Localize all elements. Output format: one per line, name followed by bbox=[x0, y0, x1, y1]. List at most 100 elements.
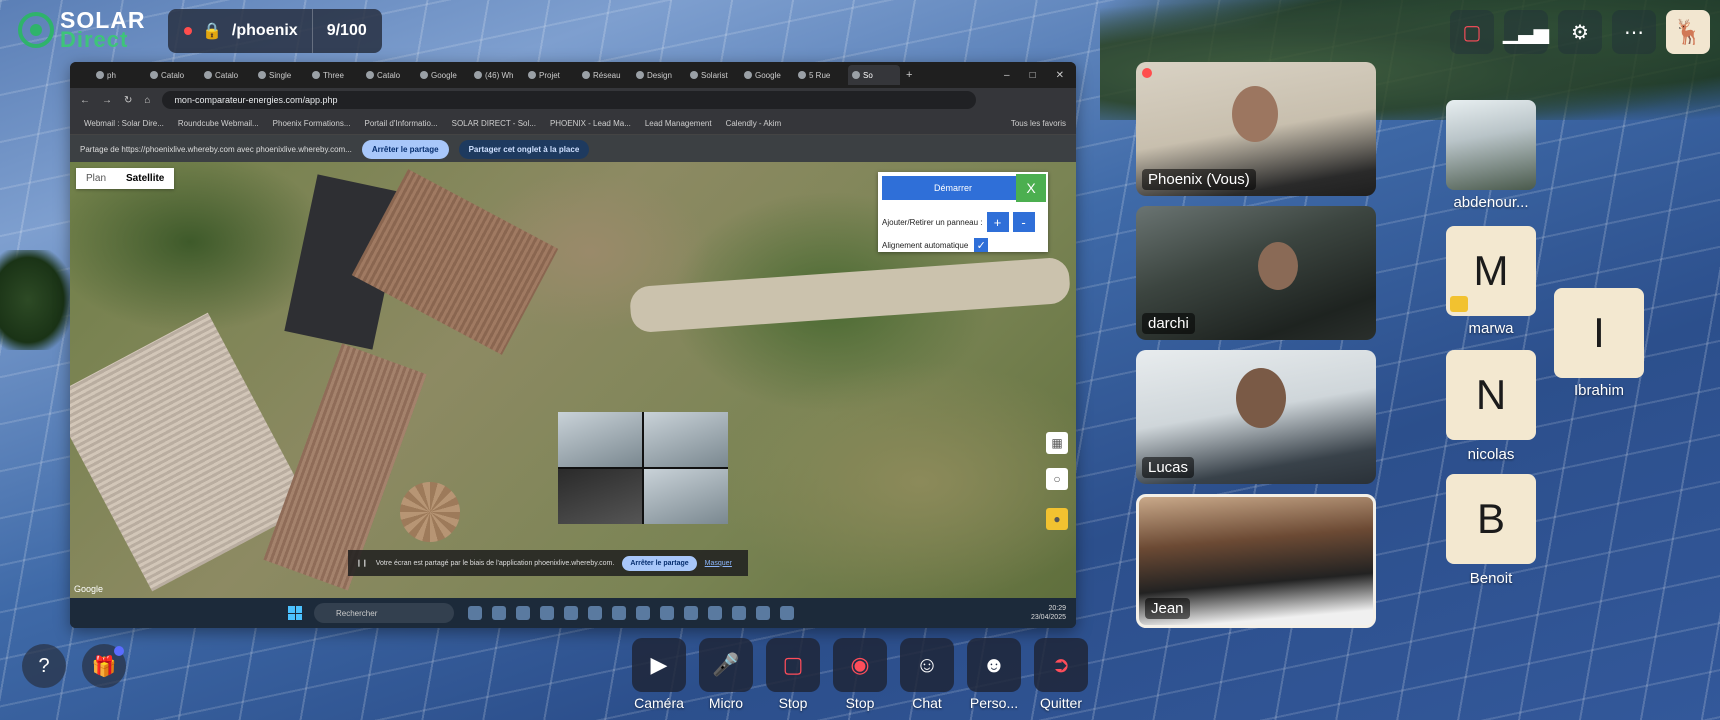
bookmark-item[interactable]: Phoenix Formations... bbox=[273, 119, 351, 128]
taskbar-app-icon[interactable] bbox=[540, 606, 554, 620]
forward-icon[interactable]: → bbox=[102, 95, 112, 106]
taskbar-app-icon[interactable] bbox=[684, 606, 698, 620]
browser-tab[interactable]: Catalo bbox=[146, 65, 198, 85]
taskbar-app-icon[interactable] bbox=[732, 606, 746, 620]
participant-avatar[interactable]: I bbox=[1554, 288, 1644, 378]
bookmark-item[interactable]: SOLAR DIRECT - Sol... bbox=[452, 119, 536, 128]
taskbar-app-icon[interactable] bbox=[468, 606, 482, 620]
taskbar-app-icon[interactable] bbox=[588, 606, 602, 620]
reload-icon[interactable]: ↻ bbox=[124, 95, 132, 106]
browser-tab[interactable]: Catalo bbox=[362, 65, 414, 85]
taskbar-app-icon[interactable] bbox=[564, 606, 578, 620]
browser-tab[interactable]: Single bbox=[254, 65, 306, 85]
auto-align-checkbox[interactable]: ✓ bbox=[974, 238, 989, 252]
map-layers-icon[interactable]: ▦ bbox=[1046, 432, 1068, 454]
chat-button[interactable]: ☺ Chat bbox=[900, 638, 954, 711]
participant-thumb[interactable] bbox=[1446, 100, 1536, 190]
camera-icon[interactable]: ▶ bbox=[632, 638, 686, 692]
people-icon[interactable]: ☻ bbox=[967, 638, 1021, 692]
share-this-tab-button[interactable]: Partager cet onglet à la place bbox=[458, 139, 590, 159]
map-satellite-button[interactable]: Satellite bbox=[116, 168, 174, 189]
banner-stop-button[interactable]: Arrêter le partage bbox=[622, 555, 697, 571]
banner-hide-link[interactable]: Masquer bbox=[705, 560, 732, 567]
browser-tab[interactable]: Google bbox=[740, 65, 792, 85]
map-plan-button[interactable]: Plan bbox=[76, 168, 116, 189]
browser-tab[interactable]: Google bbox=[416, 65, 468, 85]
minimize-icon[interactable]: – bbox=[1004, 70, 1010, 81]
video-tile[interactable]: Phoenix (Vous) bbox=[1136, 62, 1376, 196]
maximize-icon[interactable]: □ bbox=[1030, 70, 1036, 81]
more-dots-icon[interactable]: ⋯ bbox=[1612, 10, 1656, 54]
browser-tab[interactable]: (46) Wh bbox=[470, 65, 522, 85]
screen-share-off-icon[interactable]: ▢ bbox=[1450, 10, 1494, 54]
taskbar-app-icon[interactable] bbox=[756, 606, 770, 620]
browser-tab[interactable]: Three bbox=[308, 65, 360, 85]
bookmark-item[interactable]: PHOENIX - Lead Ma... bbox=[550, 119, 631, 128]
participant-avatar[interactable]: B bbox=[1446, 474, 1536, 564]
banner-text: Votre écran est partagé par le biais de … bbox=[375, 559, 615, 567]
bookmark-item[interactable]: Calendly - Akim bbox=[726, 119, 782, 128]
screen-share-icon[interactable]: ▢ bbox=[766, 638, 820, 692]
signal-bars-icon[interactable]: ▁▃▅ bbox=[1503, 10, 1549, 54]
taskbar-app-icon[interactable] bbox=[516, 606, 530, 620]
bookmark-item[interactable]: Lead Management bbox=[645, 119, 712, 128]
close-icon[interactable]: ✕ bbox=[1056, 70, 1064, 81]
video-tile-active-speaker[interactable]: Jean bbox=[1136, 494, 1376, 628]
bookmark-item[interactable]: Portail d'Informatio... bbox=[364, 119, 437, 128]
browser-tab[interactable]: 5 Rue bbox=[794, 65, 846, 85]
new-tab-button[interactable]: + bbox=[906, 69, 912, 81]
taskbar-app-icon[interactable] bbox=[636, 606, 650, 620]
all-bookmarks[interactable]: Tous les favoris bbox=[1011, 119, 1066, 128]
record-icon[interactable]: ◉ bbox=[833, 638, 887, 692]
browser-tab[interactable]: Réseau bbox=[578, 65, 630, 85]
browser-tab-bar: ph Catalo Catalo Single Three Catalo Goo… bbox=[70, 62, 1076, 88]
participant-avatar[interactable]: M bbox=[1446, 226, 1536, 316]
participant-avatar[interactable]: N bbox=[1446, 350, 1536, 440]
bookmark-item[interactable]: Webmail : Solar Dire... bbox=[84, 119, 164, 128]
camera-button[interactable]: ▶ Caméra bbox=[632, 638, 686, 711]
mic-button[interactable]: 🎤 Micro bbox=[699, 638, 753, 711]
gift-icon[interactable]: 🎁 bbox=[82, 644, 126, 688]
help-button[interactable]: ? bbox=[22, 644, 66, 688]
map-compass-icon[interactable]: ○ bbox=[1046, 468, 1068, 490]
stop-share-button[interactable]: ▢ Stop bbox=[766, 638, 820, 711]
taskbar-app-icon[interactable] bbox=[492, 606, 506, 620]
user-avatar[interactable]: 🦌 bbox=[1666, 10, 1710, 54]
windows-start-icon[interactable] bbox=[288, 606, 302, 620]
browser-tab[interactable]: Design bbox=[632, 65, 684, 85]
mini-video-tile bbox=[644, 412, 728, 467]
chat-icon[interactable]: ☺ bbox=[900, 638, 954, 692]
mic-icon[interactable]: 🎤 bbox=[699, 638, 753, 692]
back-icon[interactable]: ← bbox=[80, 95, 90, 106]
room-info[interactable]: 🔒 /phoenix 9/100 bbox=[168, 9, 382, 53]
taskbar-app-icon[interactable] bbox=[612, 606, 626, 620]
browser-tab[interactable]: Solarist bbox=[686, 65, 738, 85]
remove-panel-button[interactable]: - bbox=[1012, 212, 1035, 232]
satellite-map[interactable]: Plan Satellite Démarrer X Ajouter/Retire… bbox=[70, 162, 1076, 598]
people-button[interactable]: ☻ Perso... bbox=[967, 638, 1021, 711]
video-tile[interactable]: Lucas bbox=[1136, 350, 1376, 484]
add-panel-button[interactable]: + bbox=[986, 212, 1009, 232]
leave-button[interactable]: ➲ Quitter bbox=[1034, 638, 1088, 711]
bookmark-item[interactable]: Roundcube Webmail... bbox=[178, 119, 259, 128]
browser-tab-active[interactable]: So bbox=[848, 65, 900, 85]
url-field[interactable]: mon-comparateur-energies.com/app.php bbox=[162, 91, 976, 109]
start-button[interactable]: Démarrer bbox=[882, 176, 1024, 200]
taskbar-app-icon[interactable] bbox=[708, 606, 722, 620]
browser-tab[interactable]: Catalo bbox=[200, 65, 252, 85]
browser-tab[interactable]: Projet bbox=[524, 65, 576, 85]
stop-sharing-button[interactable]: Arrêter le partage bbox=[361, 139, 449, 159]
taskbar-app-icon[interactable] bbox=[780, 606, 794, 620]
stop-record-button[interactable]: ◉ Stop bbox=[833, 638, 887, 711]
windows-taskbar: Rechercher 20:29 23/04/2025 bbox=[70, 598, 1076, 628]
gear-icon[interactable]: ⚙ bbox=[1558, 10, 1602, 54]
leave-icon[interactable]: ➲ bbox=[1034, 638, 1088, 692]
close-panel-button[interactable]: X bbox=[1016, 174, 1046, 202]
video-tile[interactable]: darchi bbox=[1136, 206, 1376, 340]
home-icon[interactable]: ⌂ bbox=[144, 95, 150, 106]
taskbar-search[interactable]: Rechercher bbox=[314, 603, 454, 623]
pegman-icon[interactable]: ● bbox=[1046, 508, 1068, 530]
browser-tab[interactable]: ph bbox=[92, 65, 144, 85]
lock-icon[interactable]: 🔒 bbox=[202, 21, 222, 41]
taskbar-app-icon[interactable] bbox=[660, 606, 674, 620]
